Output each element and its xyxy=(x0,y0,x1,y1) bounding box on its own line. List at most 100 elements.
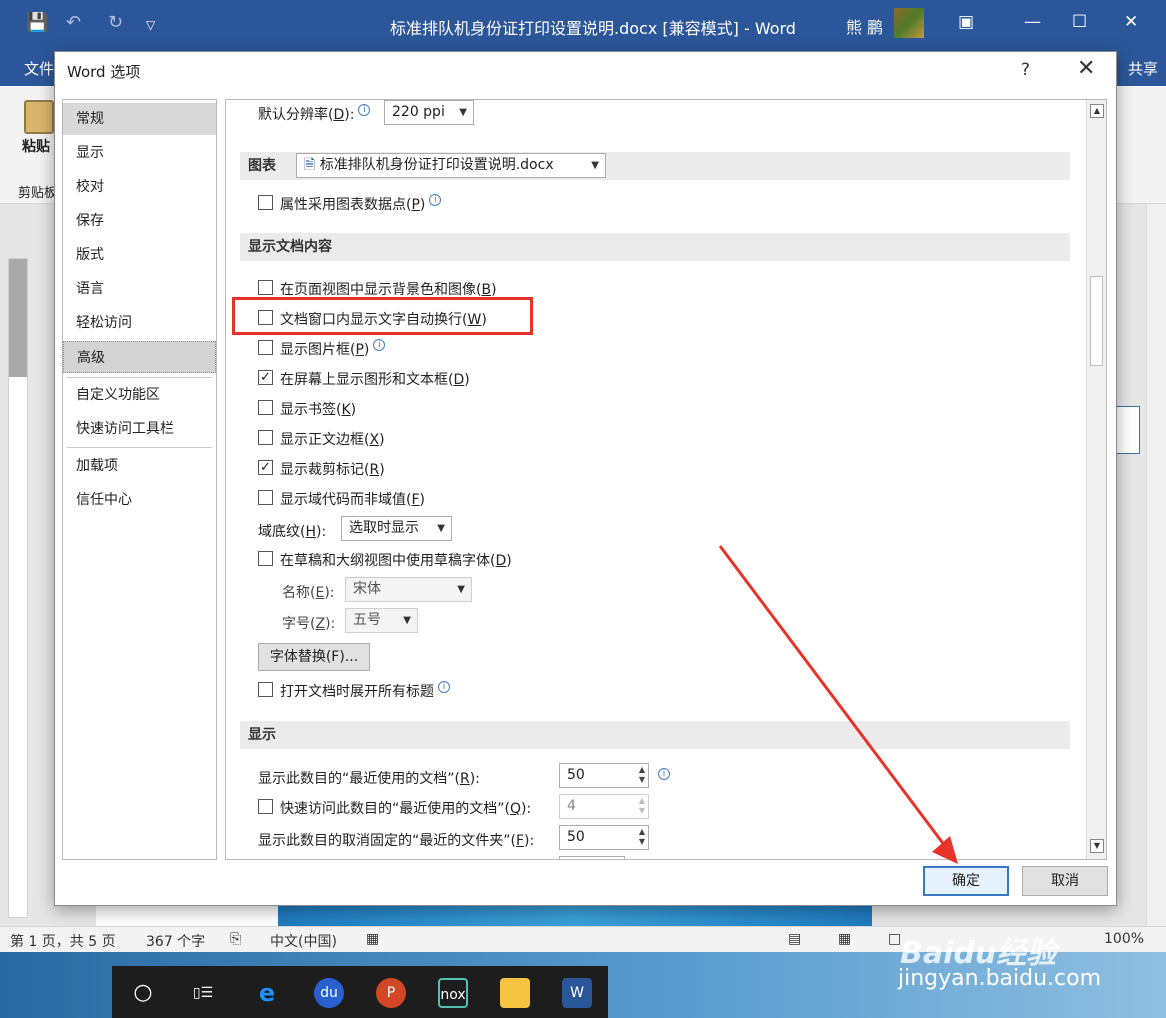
chart-datapoint-checkbox[interactable] xyxy=(258,195,273,210)
nav-language[interactable]: 语言 xyxy=(63,273,216,305)
ribbon-display-icon[interactable]: ▣ xyxy=(958,12,974,32)
expand-headings-label: 打开文档时展开所有标题 i xyxy=(280,681,450,701)
advanced-options-panel: 默认分辨率(D): i 220 ppi ▼ 图表 🗎 标准排队机身份证打印设置说明.… xyxy=(225,99,1107,860)
customize-quick-access-icon[interactable]: ▽ xyxy=(146,18,155,32)
document-scrollbar[interactable] xyxy=(1146,204,1166,926)
display-document-content-header: 显示文档内容 xyxy=(240,233,1070,261)
font-size-label: 字号(Z): xyxy=(282,616,336,632)
read-mode-icon[interactable]: ▤ xyxy=(788,931,801,947)
scrollbar-thumb[interactable] xyxy=(1090,276,1103,366)
ok-button[interactable]: 确定 xyxy=(923,866,1009,896)
nav-advanced[interactable]: 高级 xyxy=(63,341,216,373)
baidu-icon[interactable]: du xyxy=(314,978,344,1008)
display-section-header: 显示 xyxy=(240,721,1070,749)
info-icon: i xyxy=(373,339,386,351)
show-background-checkbox[interactable] xyxy=(258,280,273,295)
crop-marks-checkbox[interactable]: ✓ xyxy=(258,460,273,475)
side-panel-toggle[interactable] xyxy=(1116,406,1140,454)
edge-icon[interactable]: e xyxy=(252,978,282,1008)
options-nav: 常规 显示 校对 保存 版式 语言 轻松访问 高级 自定义功能区 快速访问工具栏… xyxy=(62,99,217,860)
help-button[interactable]: ? xyxy=(1021,60,1030,80)
recent-folders-stepper[interactable]: 50 ▲ ▼ xyxy=(559,825,649,850)
cortana-icon[interactable]: ○ xyxy=(128,978,158,1008)
show-drawings-checkbox[interactable]: ✓ xyxy=(258,370,273,385)
share-button[interactable]: 共享 xyxy=(1128,58,1158,79)
recent-documents-stepper[interactable]: 50 ▲ ▼ xyxy=(559,763,649,788)
nav-add-ins[interactable]: 加载项 xyxy=(63,450,216,482)
avatar[interactable] xyxy=(894,8,924,38)
quick-access-docs-label: 快速访问此数目的“最近使用的文档”(Q): xyxy=(280,801,532,817)
word-options-dialog: Word 选项 ? ✕ 常规 显示 校对 保存 版式 语言 轻松访问 高级 自定… xyxy=(54,51,1117,906)
nav-proofing[interactable]: 校对 xyxy=(63,171,216,203)
chart-datapoint-label: 属性采用图表数据点(P) i xyxy=(280,194,442,214)
text-boundaries-label: 显示正文边框(X) xyxy=(280,432,385,448)
zoom-level[interactable]: 100% xyxy=(1104,931,1144,947)
draft-font-label: 在草稿和大纲视图中使用草稿字体(D) xyxy=(280,553,512,569)
nav-trust-center[interactable]: 信任中心 xyxy=(63,484,216,516)
dialog-close-button[interactable]: ✕ xyxy=(1077,56,1095,81)
font-name-dropdown[interactable]: 宋体 ▼ xyxy=(345,577,472,602)
undo-icon[interactable]: ↶ xyxy=(66,12,81,33)
task-view-icon[interactable]: ▯☰ xyxy=(188,978,218,1008)
tab-file[interactable]: 文件 xyxy=(24,58,54,79)
info-icon: i xyxy=(358,104,371,116)
nav-quick-access-toolbar[interactable]: 快速访问工具栏 xyxy=(63,413,216,445)
minimize-icon[interactable]: — xyxy=(1024,12,1041,32)
word-title-bar: 💾 ↶ ↻ ▽ 标准排队机身份证打印设置说明.docx [兼容模式] - Wor… xyxy=(0,0,1166,50)
close-window-icon[interactable]: ✕ xyxy=(1124,12,1138,32)
language-indicator[interactable]: 中文(中国) xyxy=(270,931,337,951)
show-bookmarks-checkbox[interactable] xyxy=(258,400,273,415)
picture-placeholder-checkbox[interactable] xyxy=(258,340,273,355)
vertical-ruler xyxy=(8,258,28,918)
font-size-dropdown[interactable]: 五号 ▼ xyxy=(345,608,418,633)
field-codes-label: 显示域代码而非域值(F) xyxy=(280,492,425,508)
clipboard-group-label: 剪贴板 xyxy=(18,186,58,201)
picture-placeholder-label: 显示图片框(P) i xyxy=(280,339,386,359)
macro-icon[interactable]: ▦ xyxy=(366,931,379,947)
field-shading-label: 域底纹(H): xyxy=(258,524,327,540)
font-name-label: 名称(E): xyxy=(282,585,335,601)
scroll-up-icon[interactable]: ▲ xyxy=(1090,104,1104,118)
clipboard-icon[interactable] xyxy=(24,100,54,134)
crop-marks-label: 显示裁剪标记(R) xyxy=(280,462,385,478)
maximize-icon[interactable]: ☐ xyxy=(1072,12,1087,32)
redo-icon[interactable]: ↻ xyxy=(108,12,123,33)
word-count[interactable]: 367 个字 xyxy=(146,931,205,951)
word-icon[interactable]: W xyxy=(562,978,592,1008)
nav-customize-ribbon[interactable]: 自定义功能区 xyxy=(63,379,216,411)
print-layout-icon[interactable]: ▦ xyxy=(838,931,851,947)
field-codes-checkbox[interactable] xyxy=(258,490,273,505)
text-boundaries-checkbox[interactable] xyxy=(258,430,273,445)
field-shading-dropdown[interactable]: 选取时显示 ▼ xyxy=(341,516,452,541)
nav-save[interactable]: 保存 xyxy=(63,205,216,237)
expand-headings-checkbox[interactable] xyxy=(258,682,273,697)
nav-general[interactable]: 常规 xyxy=(63,103,216,135)
quick-access-docs-checkbox[interactable] xyxy=(258,799,273,814)
page-count[interactable]: 第 1 页，共 5 页 xyxy=(10,931,116,951)
chart-document-dropdown[interactable]: 🗎 标准排队机身份证打印设置说明.docx ▼ xyxy=(296,153,606,178)
save-icon[interactable]: 💾 xyxy=(26,12,48,33)
nav-display[interactable]: 显示 xyxy=(63,137,216,169)
show-bookmarks-label: 显示书签(K) xyxy=(280,402,357,418)
nav-typography[interactable]: 版式 xyxy=(63,239,216,271)
file-explorer-icon[interactable] xyxy=(500,978,530,1008)
user-name[interactable]: 熊 鹏 xyxy=(846,14,883,38)
cancel-button[interactable]: 取消 xyxy=(1022,866,1108,896)
proofing-icon[interactable]: ⎘ xyxy=(230,931,241,947)
font-substitution-button[interactable]: 字体替换(F)... xyxy=(258,643,370,671)
options-scrollbar[interactable]: ▲ ▼ xyxy=(1086,100,1106,859)
draft-font-checkbox[interactable] xyxy=(258,551,273,566)
word-doc-icon: 🗎 xyxy=(304,157,316,173)
powerpoint-icon[interactable]: P xyxy=(376,978,406,1008)
next-option-stepper[interactable] xyxy=(559,856,625,859)
document-image xyxy=(278,906,872,926)
dialog-title: Word 选项 xyxy=(67,63,141,81)
info-icon: i xyxy=(658,768,670,780)
scroll-down-icon[interactable]: ▼ xyxy=(1090,839,1104,853)
nox-icon[interactable]: nox xyxy=(438,978,468,1008)
paste-button-label[interactable]: 粘贴 xyxy=(22,136,50,156)
resolution-dropdown[interactable]: 220 ppi ▼ xyxy=(384,100,474,125)
show-background-label: 在页面视图中显示背景色和图像(B) xyxy=(280,282,497,298)
quick-access-docs-stepper[interactable]: 4 ▲ ▼ xyxy=(559,794,649,819)
nav-accessibility[interactable]: 轻松访问 xyxy=(63,307,216,339)
